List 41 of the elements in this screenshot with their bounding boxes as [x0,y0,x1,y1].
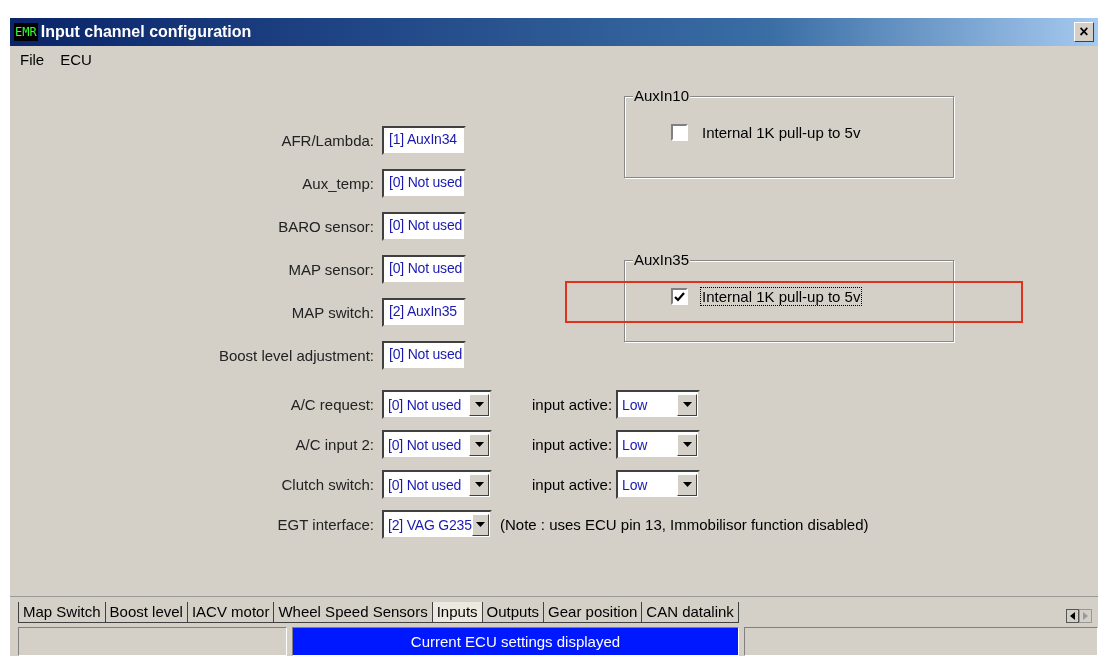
dropdown[interactable]: Low [616,390,701,419]
input-field[interactable]: [2] AuxIn35 [382,298,466,327]
dropdown[interactable]: Low [616,430,701,459]
field-label: BARO sensor: [277,218,375,235]
field-label: AFR/Lambda: [280,132,375,149]
field-label: EGT interface: [276,516,375,533]
field-label: Clutch switch: [280,476,375,493]
menu-item[interactable]: ECU [52,50,100,68]
checkbox-label[interactable]: Internal 1K pull-up to 5v [700,287,863,306]
close-button[interactable]: × [1074,22,1094,42]
field-label: A/C input 2: [294,436,375,453]
input-field[interactable]: [0] Not used [382,341,466,370]
menu-item[interactable]: File [12,50,53,68]
field-label: input active: [532,476,613,493]
field-label: input active: [532,436,613,453]
input-field[interactable]: [0] Not used [382,255,466,284]
input-field[interactable]: [0] Not used [382,169,466,198]
checkbox[interactable] [671,288,688,305]
checkbox-label[interactable]: Internal 1K pull-up to 5v [700,123,863,142]
app-logo: EMR [14,23,38,41]
tab[interactable]: Inputs [431,602,483,623]
note-text: (Note : uses ECU pin 13, Immobilisor function disabled) [500,516,869,533]
input-field[interactable]: [1] AuxIn34 [382,126,466,155]
dropdown[interactable]: [0] Not used [382,470,492,499]
field-label: MAP sensor: [287,261,375,278]
dropdown[interactable]: [0] Not used [382,390,492,419]
window-title: Input channel configuration [40,23,253,41]
dropdown[interactable]: [2] VAG G235 [382,510,492,539]
status-message: Current ECU settings displayed [292,627,739,656]
field-label: input active: [532,396,613,413]
field-label: Boost level adjustment: [217,347,375,364]
checkbox[interactable] [671,124,688,141]
dropdown[interactable]: Low [616,470,701,499]
tab[interactable]: Map Switch [18,602,106,623]
dropdown[interactable]: [0] Not used [382,430,492,459]
tab[interactable]: CAN datalink [641,602,739,623]
field-label: Aux_temp: [301,175,375,192]
field-label: MAP switch: [290,304,375,321]
input-field[interactable]: [0] Not used [382,212,466,241]
field-label: A/C request: [289,396,375,413]
tab-scroll-icon[interactable] [1066,609,1092,623]
